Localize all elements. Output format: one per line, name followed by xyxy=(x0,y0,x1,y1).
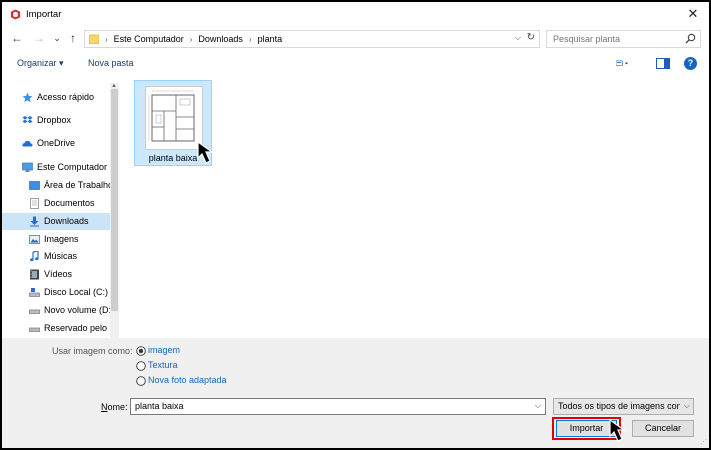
file-type-select[interactable]: Todos os tipos de imagens compatíveis ⌵ xyxy=(553,398,694,415)
chevron-down-icon[interactable]: ⌵ xyxy=(515,33,521,43)
breadcrumb-item[interactable]: planta xyxy=(258,34,283,44)
music-icon xyxy=(30,251,39,262)
search-input[interactable]: Pesquisar planta xyxy=(553,34,620,44)
address-bar[interactable]: › Este Computador › Downloads › planta ⌵… xyxy=(84,30,540,48)
document-icon xyxy=(30,198,39,209)
drive-icon xyxy=(29,327,40,332)
file-name-value[interactable]: planta baixa xyxy=(135,401,184,411)
sidebar-item-pictures[interactable]: Imagens xyxy=(2,231,110,248)
folder-icon xyxy=(89,34,99,44)
sidebar-item-label: Área de Trabalho xyxy=(44,180,110,190)
breadcrumb: › Este Computador › Downloads › planta xyxy=(105,34,282,44)
file-name-input[interactable]: planta baixa ⌵ xyxy=(130,398,546,415)
sidebar-item-system-reserved[interactable]: Reservado pelo Sistema xyxy=(2,320,110,337)
radio-image[interactable] xyxy=(136,346,146,356)
cancel-button[interactable]: Cancelar xyxy=(632,420,694,437)
radio-image-label[interactable]: imagem xyxy=(148,345,180,355)
sidebar-item-label: Downloads xyxy=(44,216,89,226)
navigation-bar: ← → ⌄ ↑ › Este Computador › Downloads › … xyxy=(2,28,709,50)
dropbox-icon xyxy=(22,116,33,124)
floor-plan-thumbnail xyxy=(145,86,203,150)
sidebar-item-label: Imagens xyxy=(44,234,79,244)
command-bar: Organizar ▾ Nova pasta ? xyxy=(2,52,709,76)
use-image-as-label: Usar imagem como: xyxy=(52,346,133,356)
sidebar-item-onedrive[interactable]: OneDrive xyxy=(2,135,110,152)
organize-button[interactable]: Organizar ▾ xyxy=(17,58,64,69)
computer-icon xyxy=(22,162,33,172)
back-button[interactable]: ← xyxy=(10,31,24,45)
search-box[interactable]: Pesquisar planta xyxy=(546,30,701,48)
drive-icon xyxy=(29,309,40,314)
sidebar-item-dropbox[interactable]: Dropbox xyxy=(2,112,110,129)
radio-matched-photo[interactable] xyxy=(136,376,146,386)
dialog-footer: Usar imagem como: imagem Textura Nova fo… xyxy=(2,338,709,448)
up-button[interactable]: ↑ xyxy=(66,31,80,45)
image-icon xyxy=(29,235,40,244)
file-name-label: Nome: xyxy=(101,402,128,412)
refresh-icon[interactable]: ↻ xyxy=(527,32,535,43)
forward-button[interactable]: → xyxy=(32,31,46,45)
breadcrumb-item[interactable]: Downloads xyxy=(198,34,243,44)
file-type-value: Todos os tipos de imagens compatíveis xyxy=(558,401,680,411)
sketchup-app-icon xyxy=(10,9,21,20)
sidebar-item-desktop[interactable]: Área de Trabalho xyxy=(2,177,110,194)
sidebar-item-documents[interactable]: Documentos xyxy=(2,195,110,212)
mouse-cursor-icon xyxy=(609,418,626,442)
video-icon xyxy=(30,269,39,280)
mouse-cursor-icon xyxy=(197,140,214,164)
radio-matched-photo-label[interactable]: Nova foto adaptada xyxy=(148,375,227,385)
sidebar-item-label: Acesso rápido xyxy=(37,92,95,102)
sidebar-item-label: Documentos xyxy=(44,198,95,208)
chevron-down-icon[interactable]: ⌵ xyxy=(535,401,541,411)
navigation-pane: Acesso rápido Dropbox OneDrive Este Comp… xyxy=(2,78,120,343)
sidebar-item-videos[interactable]: Vídeos xyxy=(2,266,110,283)
recent-locations-button[interactable]: ⌄ xyxy=(50,31,64,45)
breadcrumb-separator: › xyxy=(105,34,108,44)
search-icon[interactable] xyxy=(685,33,696,44)
view-options-icon[interactable] xyxy=(616,58,630,69)
file-name-label-rest: ome: xyxy=(107,402,128,412)
radio-texture-label[interactable]: Textura xyxy=(148,360,178,370)
help-icon[interactable]: ? xyxy=(684,57,697,70)
cloud-icon xyxy=(22,140,33,147)
window-title: Importar xyxy=(26,9,62,20)
breadcrumb-separator: › xyxy=(189,34,193,44)
close-button[interactable]: ✕ xyxy=(685,6,701,22)
file-list: planta baixa xyxy=(122,78,709,338)
breadcrumb-item[interactable]: Este Computador xyxy=(114,34,184,44)
sidebar-item-local-disk-c[interactable]: Disco Local (C:) xyxy=(2,284,110,301)
preview-pane-icon[interactable] xyxy=(656,58,670,69)
radio-texture[interactable] xyxy=(136,361,146,371)
sidebar-item-downloads[interactable]: Downloads xyxy=(2,213,110,230)
sidebar-item-new-volume-d[interactable]: Novo volume (D:) xyxy=(2,302,110,319)
sidebar-item-label: OneDrive xyxy=(37,138,76,148)
chevron-down-icon[interactable]: ⌵ xyxy=(684,401,690,411)
sidebar-item-label: Reservado pelo Sistema xyxy=(44,323,110,333)
sidebar-item-this-pc[interactable]: Este Computador xyxy=(2,159,110,176)
title-bar: Importar ✕ xyxy=(2,2,709,26)
scroll-thumb[interactable] xyxy=(111,89,118,311)
import-dialog: Importar ✕ ← → ⌄ ↑ › Este Computador › D… xyxy=(2,2,709,448)
sidebar-item-label: Disco Local (C:) xyxy=(44,287,109,297)
sidebar-item-label: Dropbox xyxy=(37,115,72,125)
desktop-icon xyxy=(29,181,40,190)
download-icon xyxy=(30,216,39,227)
star-icon xyxy=(22,92,33,103)
sidebar-scrollbar[interactable]: ▲ ⌄ xyxy=(110,83,119,343)
breadcrumb-separator: › xyxy=(248,34,252,44)
sidebar-item-music[interactable]: Músicas xyxy=(2,248,110,265)
sidebar-item-label: Músicas xyxy=(44,251,78,261)
drive-icon xyxy=(29,288,40,297)
resize-grip-icon[interactable]: ⋰ xyxy=(700,438,707,446)
sidebar-item-label: Novo volume (D:) xyxy=(44,305,110,315)
new-folder-button[interactable]: Nova pasta xyxy=(88,58,134,68)
sidebar-item-quick-access[interactable]: Acesso rápido xyxy=(2,89,110,106)
sidebar-item-label: Vídeos xyxy=(44,269,73,279)
sidebar-item-label: Este Computador xyxy=(37,162,108,172)
